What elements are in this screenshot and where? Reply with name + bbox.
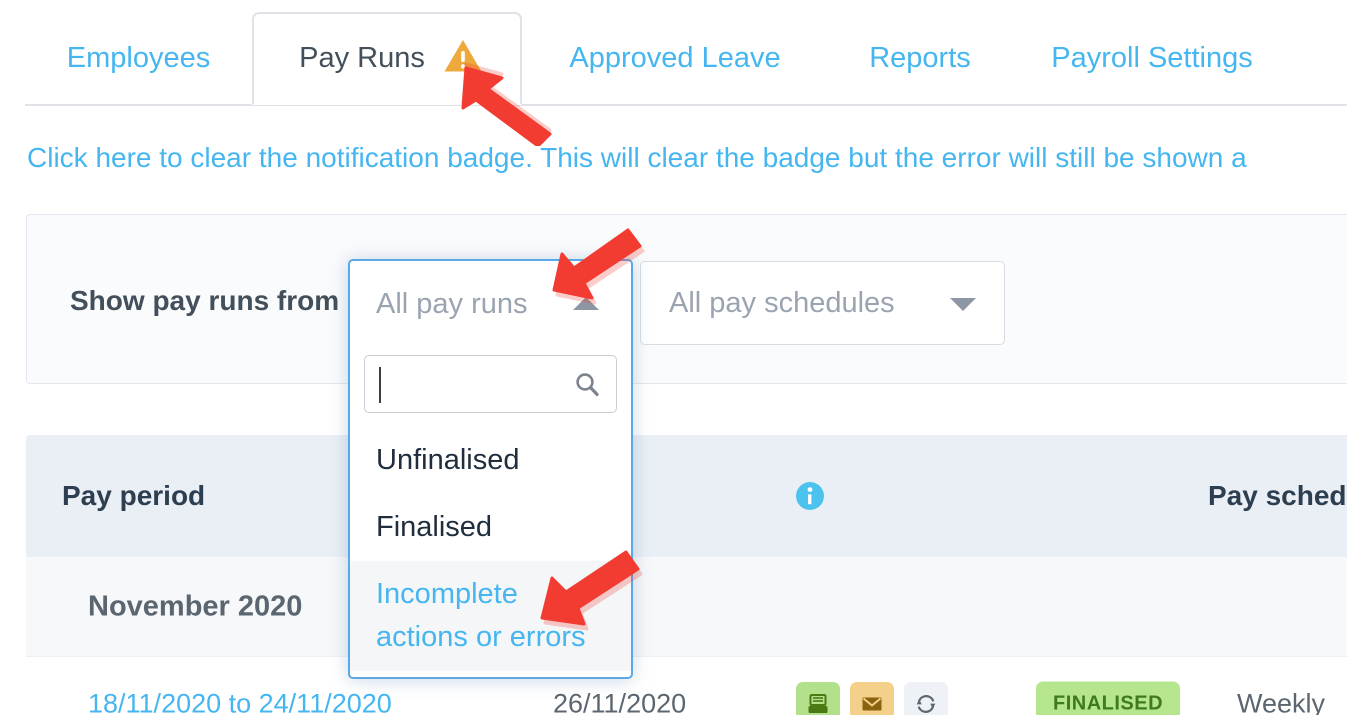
info-icon[interactable] xyxy=(792,478,828,519)
tab-reports-label: Reports xyxy=(869,42,971,74)
pay-runs-option-unfinalised[interactable]: Unfinalised xyxy=(350,427,631,494)
email-icon[interactable] xyxy=(850,682,894,715)
cell-date-paid: 26/11/2020 xyxy=(553,688,687,715)
tab-payroll-settings-label: Payroll Settings xyxy=(1051,42,1253,74)
main-tab-bar: Employees Pay Runs Approved Leave Report… xyxy=(0,0,1347,106)
tab-approved-leave[interactable]: Approved Leave xyxy=(536,12,814,105)
clear-notification-badge-link[interactable]: Click here to clear the notification bad… xyxy=(27,142,1247,174)
table-group-row: November 2020 xyxy=(26,557,1347,657)
status-badge: FINALISED xyxy=(1036,681,1181,715)
arrow-to-pay-runs-tab xyxy=(458,56,573,151)
table-row[interactable]: 18/11/2020 to 24/11/2020 26/11/2020 FINA… xyxy=(26,657,1347,715)
tab-employees-label: Employees xyxy=(66,42,211,74)
arrow-to-incomplete-option xyxy=(538,550,648,637)
pay-runs-option-unfinalised-label: Unfinalised xyxy=(376,444,520,476)
chevron-down-icon xyxy=(950,298,976,311)
payslip-icon[interactable] xyxy=(796,682,840,715)
table-group-label: November 2020 xyxy=(88,590,303,622)
search-icon xyxy=(572,370,602,405)
pay-schedules-select[interactable]: All pay schedules xyxy=(640,261,1005,345)
tab-employees[interactable]: Employees xyxy=(25,12,252,105)
text-cursor xyxy=(379,367,381,403)
sync-icon[interactable] xyxy=(904,682,948,715)
cell-pay-period-link[interactable]: 18/11/2020 to 24/11/2020 xyxy=(88,689,392,715)
cell-pay-schedule: Weekly xyxy=(1237,688,1326,715)
pay-runs-option-finalised-label: Finalised xyxy=(376,511,493,543)
column-header-pay-schedule: Pay sched xyxy=(1208,480,1347,511)
arrow-to-pay-runs-dropdown xyxy=(548,228,648,311)
pay-runs-select-value: All pay runs xyxy=(376,287,528,320)
payroll-pay-runs-page: Employees Pay Runs Approved Leave Report… xyxy=(0,0,1347,715)
tab-reports[interactable]: Reports xyxy=(830,12,1010,105)
pay-runs-search-input[interactable] xyxy=(364,355,617,413)
row-action-icons xyxy=(796,682,948,715)
pay-schedules-select-value: All pay schedules xyxy=(669,286,895,319)
column-header-pay-period: Pay period xyxy=(62,480,206,511)
tab-payroll-settings[interactable]: Payroll Settings xyxy=(1022,12,1282,105)
table-header-row: Pay period id Pay sched xyxy=(26,435,1347,557)
pay-runs-table: Pay period id Pay sched November 2020 18… xyxy=(26,435,1347,715)
tab-approved-leave-label: Approved Leave xyxy=(569,42,781,74)
pay-runs-search-row xyxy=(350,347,631,427)
tab-pay-runs-label: Pay Runs xyxy=(299,42,425,74)
filter-label: Show pay runs from xyxy=(70,285,340,316)
